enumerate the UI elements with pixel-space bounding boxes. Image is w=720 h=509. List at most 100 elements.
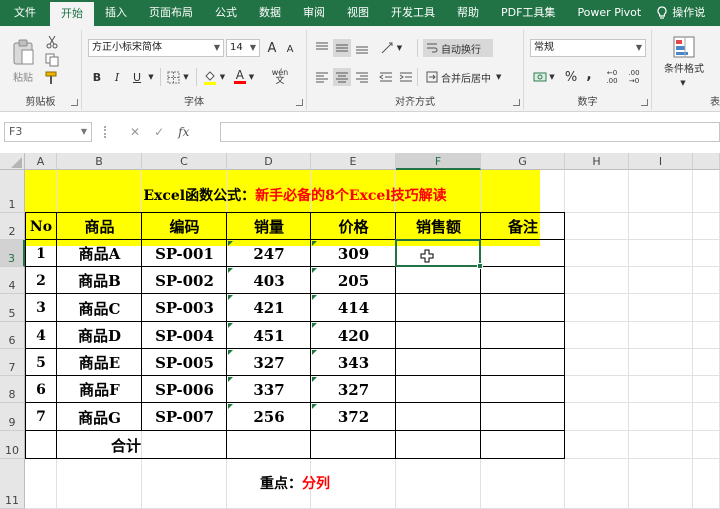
orientation-button[interactable]: ▼ [377, 39, 405, 57]
align-middle-button[interactable] [333, 39, 351, 57]
total-value-cell[interactable] [396, 431, 481, 459]
tab-home[interactable]: 开始 [50, 2, 94, 26]
tab-insert[interactable]: 插入 [94, 0, 138, 26]
total-value-cell[interactable] [227, 431, 311, 459]
data-cell[interactable]: 420 [311, 322, 396, 349]
data-cell[interactable]: SP-004 [142, 322, 227, 349]
header-cell[interactable]: 商品 [57, 213, 142, 240]
underline-dropdown[interactable]: ▼ [146, 68, 156, 86]
row-header-8[interactable]: 8 [0, 376, 25, 403]
tab-page-layout[interactable]: 页面布局 [138, 0, 204, 26]
decrease-decimal-button[interactable]: .00 →0 [624, 68, 644, 86]
fill-color-button[interactable]: ▼ [200, 68, 228, 86]
remark-cell[interactable] [481, 294, 565, 322]
remark-cell[interactable] [481, 403, 565, 431]
data-cell[interactable]: 7 [25, 403, 57, 431]
data-cell[interactable]: 451 [227, 322, 311, 349]
total-value-cell[interactable] [311, 431, 396, 459]
align-bottom-button[interactable] [353, 39, 371, 57]
decrease-indent-button[interactable] [377, 68, 395, 86]
data-cell[interactable]: 5 [25, 349, 57, 376]
paste-button[interactable]: 粘贴 [6, 32, 40, 90]
data-cell[interactable]: 1 [25, 240, 57, 267]
cut-button[interactable] [44, 34, 60, 50]
row-header-2[interactable]: 2 [0, 213, 25, 240]
select-all-corner[interactable] [0, 153, 25, 170]
align-right-button[interactable] [353, 68, 371, 86]
header-cell[interactable]: 销售额 [396, 213, 481, 240]
increase-decimal-button[interactable]: ←0.00 [602, 68, 622, 86]
remark-cell[interactable] [481, 376, 565, 403]
shrink-font-button[interactable]: A [282, 42, 298, 56]
sales-amount-cell[interactable] [396, 376, 481, 403]
font-color-button[interactable]: A ▼ [230, 68, 258, 86]
fill-handle[interactable] [477, 263, 483, 269]
data-cell[interactable]: 337 [227, 376, 311, 403]
column-header-g[interactable]: G [481, 153, 565, 170]
row-header-6[interactable]: 6 [0, 322, 25, 349]
tab-file[interactable]: 文件 [0, 0, 50, 26]
underline-button[interactable]: U [128, 68, 146, 86]
sales-amount-cell[interactable] [396, 294, 481, 322]
header-cell[interactable]: 备注 [481, 213, 565, 240]
data-cell[interactable]: 商品B [57, 267, 142, 294]
column-header-h[interactable]: H [565, 153, 629, 170]
data-cell[interactable]: SP-002 [142, 267, 227, 294]
copy-button[interactable] [44, 52, 60, 68]
number-launcher[interactable] [641, 99, 648, 106]
remark-cell[interactable] [481, 267, 565, 294]
data-cell[interactable]: 3 [25, 294, 57, 322]
row-header-3[interactable]: 3 [0, 240, 25, 267]
data-cell[interactable]: 商品G [57, 403, 142, 431]
data-cell[interactable]: SP-007 [142, 403, 227, 431]
wrap-text-button[interactable]: 自动换行 [423, 39, 493, 57]
data-cell[interactable]: 2 [25, 267, 57, 294]
tab-view[interactable]: 视图 [336, 0, 380, 26]
phonetic-button[interactable]: wén 文 [266, 68, 294, 86]
data-cell[interactable]: 商品E [57, 349, 142, 376]
data-cell[interactable]: 309 [311, 240, 396, 267]
data-cell[interactable]: 247 [227, 240, 311, 267]
data-cell[interactable]: 414 [311, 294, 396, 322]
sales-amount-cell[interactable] [396, 349, 481, 376]
column-header-j[interactable] [693, 153, 720, 170]
tell-me-search[interactable]: 操作说 [652, 0, 709, 26]
row-header-1[interactable]: 1 [0, 170, 25, 213]
data-cell[interactable]: 205 [311, 267, 396, 294]
total-label-cell[interactable]: 合计 [25, 431, 227, 459]
total-value-cell[interactable] [481, 431, 565, 459]
data-cell[interactable]: 6 [25, 376, 57, 403]
data-cell[interactable]: 343 [311, 349, 396, 376]
clipboard-launcher[interactable] [71, 99, 78, 106]
percent-style-button[interactable]: % [562, 68, 580, 86]
data-cell[interactable]: SP-001 [142, 240, 227, 267]
row-header-11[interactable]: 11 [0, 459, 25, 509]
tab-power-pivot[interactable]: Power Pivot [566, 0, 652, 26]
column-header-a[interactable]: A [25, 153, 57, 170]
column-header-i[interactable]: I [629, 153, 693, 170]
data-cell[interactable]: 商品F [57, 376, 142, 403]
tab-developer[interactable]: 开发工具 [380, 0, 446, 26]
column-header-c[interactable]: C [142, 153, 227, 170]
row-header-7[interactable]: 7 [0, 349, 25, 376]
font-size-combo[interactable]: 14 ▼ [226, 39, 260, 57]
align-top-button[interactable] [313, 39, 331, 57]
cancel-icon[interactable]: ✕ [130, 125, 140, 139]
merge-center-button[interactable]: 合并后居中 ▼ [423, 68, 515, 86]
enter-icon[interactable]: ✓ [154, 125, 164, 139]
row-header-5[interactable]: 5 [0, 294, 25, 322]
data-cell[interactable]: 4 [25, 322, 57, 349]
column-header-f[interactable]: F [396, 153, 481, 170]
remark-cell[interactable] [481, 349, 565, 376]
data-cell[interactable]: SP-006 [142, 376, 227, 403]
conditional-formatting-button[interactable]: 条件格式 [658, 32, 710, 78]
remark-cell[interactable] [481, 322, 565, 349]
borders-button[interactable]: ▼ [164, 68, 192, 86]
row-header-4[interactable]: 4 [0, 267, 25, 294]
data-cell[interactable]: SP-005 [142, 349, 227, 376]
data-cell[interactable]: 商品A [57, 240, 142, 267]
font-launcher[interactable] [296, 99, 303, 106]
data-cell[interactable]: 256 [227, 403, 311, 431]
tab-pdf-tools[interactable]: PDF工具集 [490, 0, 566, 26]
note-cell[interactable]: 重点： 分列 [25, 459, 565, 509]
